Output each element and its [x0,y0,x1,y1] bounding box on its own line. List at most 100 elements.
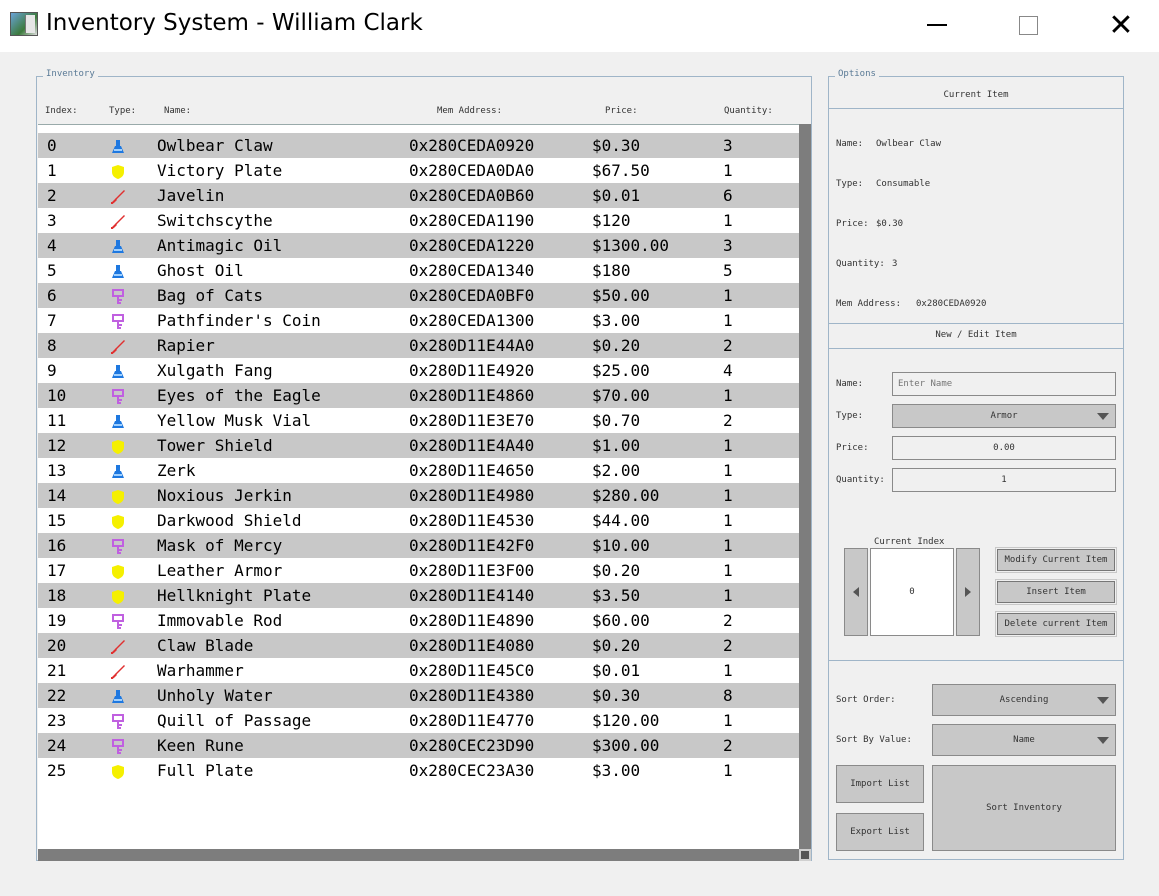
key-icon [110,537,126,554]
horizontal-scrollbar[interactable] [38,849,799,861]
sword-icon [110,662,126,679]
row-index: 4 [47,236,57,255]
header-price[interactable]: Price: [605,106,638,116]
row-name: Immovable Rod [157,611,283,630]
sort-order-dropdown[interactable]: Ascending [932,684,1116,716]
row-index: 3 [47,211,57,230]
table-row[interactable]: 3 Switchscythe 0x280CEDA1190 $120 1 [38,208,799,233]
key-icon [110,387,126,404]
row-index: 23 [47,711,67,730]
row-price: $1.00 [592,436,641,455]
row-name: Ghost Oil [157,261,244,280]
header-name[interactable]: Name: [164,106,191,116]
maximize-button[interactable] [1005,0,1051,50]
row-quantity: 1 [723,711,733,730]
row-price: $10.00 [592,536,650,555]
table-row[interactable]: 10 Eyes of the Eagle 0x280D11E4860 $70.00 1 [38,383,799,408]
table-row[interactable]: 22 Unholy Water 0x280D11E4380 $0.30 8 [38,683,799,708]
row-quantity: 3 [723,136,733,155]
row-address: 0x280D11E4890 [409,611,535,630]
type-dropdown[interactable]: Armor [892,404,1116,428]
row-address: 0x280D11E4380 [409,686,535,705]
close-button[interactable]: ✕ [1098,0,1144,50]
table-row[interactable]: 1 Victory Plate 0x280CEDA0DA0 $67.50 1 [38,158,799,183]
sort-inventory-button[interactable]: Sort Inventory [932,765,1116,851]
shield-icon [110,437,126,454]
minimize-button[interactable] [914,0,960,50]
table-row[interactable]: 23 Quill of Passage 0x280D11E4770 $120.00 1 [38,708,799,733]
row-address: 0x280D11E4080 [409,636,535,655]
previous-index-button[interactable] [844,548,868,636]
table-row[interactable]: 18 Hellknight Plate 0x280D11E4140 $3.50 1 [38,583,799,608]
row-address: 0x280CEDA0BF0 [409,286,535,305]
table-row[interactable]: 11 Yellow Musk Vial 0x280D11E3E70 $0.70 2 [38,408,799,433]
table-row[interactable]: 2 Javelin 0x280CEDA0B60 $0.01 6 [38,183,799,208]
table-row[interactable]: 15 Darkwood Shield 0x280D11E4530 $44.00 1 [38,508,799,533]
row-name: Mask of Mercy [157,536,283,555]
modify-item-button[interactable]: Modify Current Item [995,547,1117,573]
table-row[interactable]: 19 Immovable Rod 0x280D11E4890 $60.00 2 [38,608,799,633]
current-address-value: 0x280CEDA0920 [916,299,987,309]
row-index: 19 [47,611,67,630]
next-index-button[interactable] [956,548,980,636]
export-list-button[interactable]: Export List [836,813,924,851]
table-row[interactable]: 13 Zerk 0x280D11E4650 $2.00 1 [38,458,799,483]
table-row[interactable]: 9 Xulgath Fang 0x280D11E4920 $25.00 4 [38,358,799,383]
sword-icon [110,637,126,654]
current-index-label: Current Index [874,537,945,547]
table-row[interactable]: 6 Bag of Cats 0x280CEDA0BF0 $50.00 1 [38,283,799,308]
header-quantity[interactable]: Quantity: [724,106,773,116]
row-address: 0x280D11E4140 [409,586,535,605]
row-address: 0x280CEDA1300 [409,311,535,330]
current-type-value: Consumable [876,179,931,189]
table-row[interactable]: 8 Rapier 0x280D11E44A0 $0.20 2 [38,333,799,358]
edit-price-label: Price: [836,443,869,453]
import-list-button[interactable]: Import List [836,765,924,803]
inventory-list[interactable]: 0 Owlbear Claw 0x280CEDA0920 $0.30 3 1 Victory… [38,124,799,850]
row-index: 20 [47,636,67,655]
row-quantity: 1 [723,486,733,505]
table-row[interactable]: 7 Pathfinder's Coin 0x280CEDA1300 $3.00 1 [38,308,799,333]
chevron-down-icon [1097,697,1109,704]
table-row[interactable]: 21 Warhammer 0x280D11E45C0 $0.01 1 [38,658,799,683]
table-row[interactable]: 16 Mask of Mercy 0x280D11E42F0 $10.00 1 [38,533,799,558]
name-input[interactable] [892,372,1116,396]
row-price: $0.30 [592,136,641,155]
table-row[interactable]: 14 Noxious Jerkin 0x280D11E4980 $280.00 1 [38,483,799,508]
table-row[interactable]: 0 Owlbear Claw 0x280CEDA0920 $0.30 3 [38,133,799,158]
table-row[interactable]: 12 Tower Shield 0x280D11E4A40 $1.00 1 [38,433,799,458]
table-row[interactable]: 20 Claw Blade 0x280D11E4080 $0.20 2 [38,633,799,658]
table-row[interactable]: 24 Keen Rune 0x280CEC23D90 $300.00 2 [38,733,799,758]
header-address[interactable]: Mem Address: [437,106,502,116]
divider [829,348,1123,349]
row-quantity: 8 [723,686,733,705]
table-row[interactable]: 25 Full Plate 0x280CEC23A30 $3.00 1 [38,758,799,783]
header-type[interactable]: Type: [109,106,136,116]
insert-item-button[interactable]: Insert Item [995,579,1117,605]
sort-order-label: Sort Order: [836,695,896,705]
table-row[interactable]: 4 Antimagic Oil 0x280CEDA1220 $1300.00 3 [38,233,799,258]
divider [829,108,1123,109]
type-dropdown-value: Armor [990,411,1018,421]
vertical-scrollbar[interactable] [799,124,811,849]
row-address: 0x280CEDA1220 [409,236,535,255]
arrow-right-icon [965,587,971,597]
row-quantity: 2 [723,736,733,755]
row-index: 6 [47,286,57,305]
row-name: Leather Armor [157,561,283,580]
row-index: 18 [47,586,67,605]
table-row[interactable]: 5 Ghost Oil 0x280CEDA1340 $180 5 [38,258,799,283]
header-index[interactable]: Index: [45,106,78,116]
row-price: $180 [592,261,631,280]
current-type-label: Type: [836,179,864,189]
sort-by-dropdown[interactable]: Name [932,724,1116,756]
table-row[interactable]: 17 Leather Armor 0x280D11E3F00 $0.20 1 [38,558,799,583]
delete-item-button[interactable]: Delete current Item [995,611,1117,637]
row-index: 12 [47,436,67,455]
row-price: $67.50 [592,161,650,180]
row-name: Xulgath Fang [157,361,273,380]
row-index: 22 [47,686,67,705]
price-input[interactable]: 0.00 [892,436,1116,460]
quantity-input[interactable]: 1 [892,468,1116,492]
row-name: Owlbear Claw [157,136,273,155]
